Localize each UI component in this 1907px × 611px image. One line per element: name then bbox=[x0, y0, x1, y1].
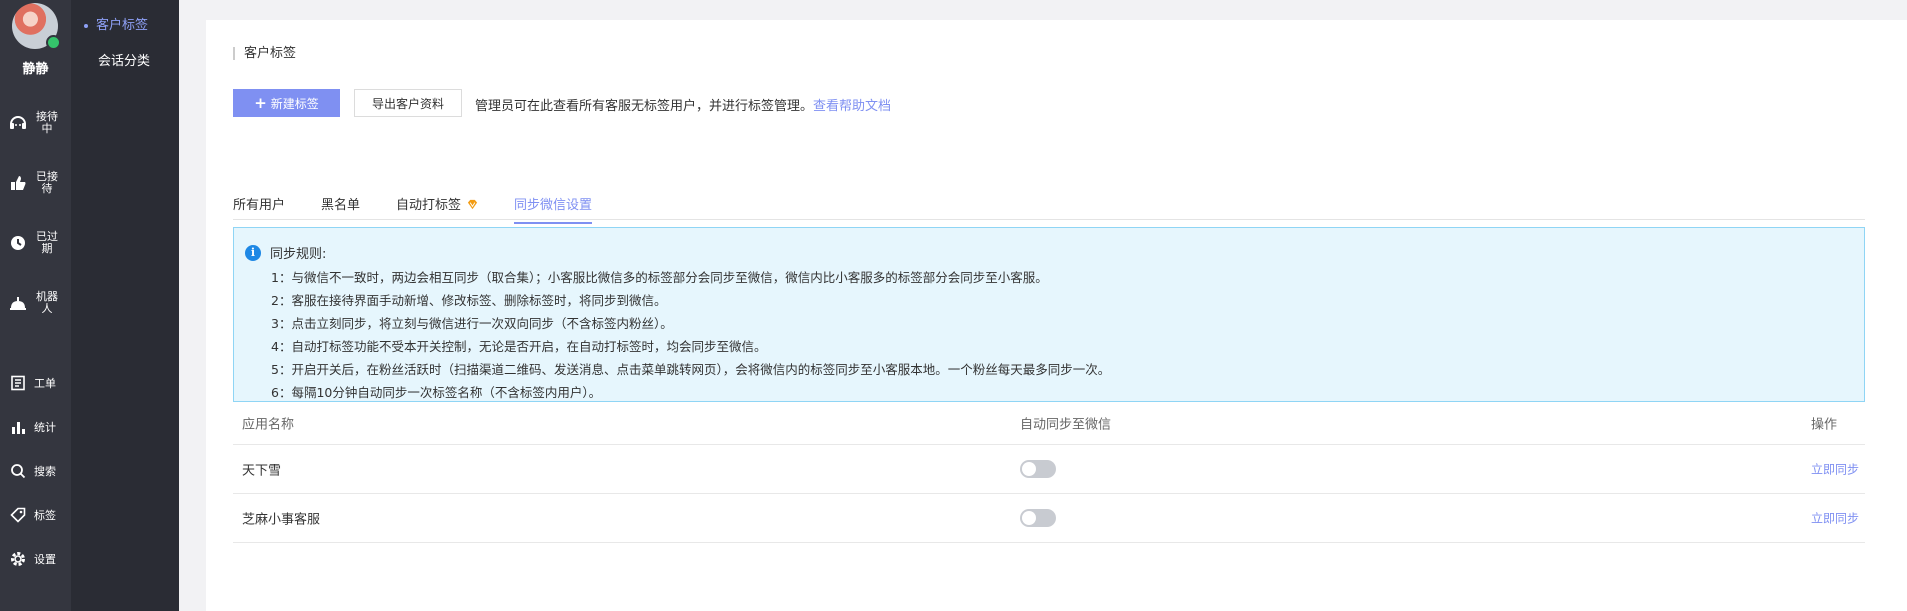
new-tag-button[interactable]: + 新建标签 bbox=[233, 89, 340, 117]
sync-now-link[interactable]: 立即同步 bbox=[1811, 510, 1859, 527]
auto-sync-toggle[interactable] bbox=[1020, 509, 1056, 527]
rail-item-label: 已过期 bbox=[36, 230, 58, 255]
plus-icon: + bbox=[254, 94, 267, 112]
export-customer-button[interactable]: 导出客户资料 bbox=[354, 89, 462, 117]
tip-line: 管理员可在此查看所有客服无标签用户，并进行标签管理。查看帮助文档 bbox=[475, 95, 891, 114]
subnav-item-label: 会话分类 bbox=[98, 54, 151, 69]
notice-line: 3：点击立刻同步，将立刻与微信进行一次双向同步（不含标签内粉丝）。 bbox=[271, 316, 673, 331]
sub-navigation: 客户标签 会话分类 bbox=[71, 0, 179, 611]
rail-item-label: 统计 bbox=[34, 421, 56, 434]
notice-header: i 同步规则: bbox=[245, 243, 326, 262]
auto-sync-toggle[interactable] bbox=[1020, 460, 1056, 478]
notice-line: 2：客服在接待界面手动新增、修改标签、删除标签时，将同步到微信。 bbox=[271, 293, 667, 308]
tab-all-users[interactable]: 所有用户 bbox=[233, 194, 285, 222]
active-dot bbox=[84, 23, 88, 28]
vip-diamond-icon bbox=[467, 199, 478, 210]
rail-item-search[interactable]: 搜索 bbox=[6, 460, 56, 482]
toggle-knob bbox=[1022, 511, 1036, 525]
ticket-icon bbox=[6, 372, 30, 394]
table-header: 应用名称 自动同步至微信 操作 bbox=[233, 401, 1865, 445]
search-icon bbox=[6, 460, 30, 482]
info-icon: i bbox=[245, 244, 261, 261]
rail-item-tags[interactable]: 标签 bbox=[6, 504, 56, 526]
rail-item-label: 机器人 bbox=[36, 290, 58, 315]
tab-blacklist[interactable]: 黑名单 bbox=[321, 194, 360, 222]
subnav-item-label: 客户标签 bbox=[96, 18, 149, 33]
table-row: 天下雪 立即同步 bbox=[233, 445, 1865, 494]
subnav-item-session-category[interactable]: 会话分类 bbox=[98, 50, 150, 69]
rail-item-label: 接待中 bbox=[36, 110, 58, 135]
tab-label: 所有用户 bbox=[233, 198, 286, 213]
tab-bar: 所有用户 黑名单 自动打标签 同步微信设置 bbox=[233, 183, 1865, 224]
rail-item-ticket[interactable]: 工单 bbox=[6, 372, 56, 394]
column-header-app-name: 应用名称 bbox=[242, 417, 295, 432]
rail-item-received[interactable]: 已接待 bbox=[6, 171, 60, 195]
tab-label: 同步微信设置 bbox=[514, 198, 593, 213]
column-header-action: 操作 bbox=[1811, 417, 1838, 432]
online-status-dot bbox=[46, 35, 61, 50]
tab-wechat-sync[interactable]: 同步微信设置 bbox=[514, 194, 593, 224]
app-name: 天下雪 bbox=[242, 463, 282, 479]
headset-icon bbox=[6, 112, 30, 134]
tab-label: 自动打标签 bbox=[396, 198, 462, 213]
rail-item-robot[interactable]: 机器人 bbox=[6, 291, 60, 315]
app-name: 芝麻小事客服 bbox=[242, 512, 321, 528]
rail-item-stats[interactable]: 统计 bbox=[6, 416, 56, 438]
help-doc-link[interactable]: 查看帮助文档 bbox=[813, 99, 891, 114]
column-header-auto-sync: 自动同步至微信 bbox=[1020, 417, 1112, 432]
rail-item-expired[interactable]: 已过期 bbox=[6, 231, 60, 255]
sync-rules-notice: i 同步规则: 1：与微信不一致时，两边会相互同步（取合集）；小客服比微信多的标… bbox=[233, 227, 1865, 402]
notice-line: 4：自动打标签功能不受本开关控制，无论是否开启，在自动打标签时，均会同步至微信。 bbox=[271, 339, 767, 354]
new-tag-label: 新建标签 bbox=[270, 96, 319, 111]
sync-now-link[interactable]: 立即同步 bbox=[1811, 461, 1859, 478]
sync-apps-table: 应用名称 自动同步至微信 操作 天下雪 立即同步 芝麻小事客服 立即同步 bbox=[233, 401, 1865, 543]
expired-clock-icon bbox=[6, 232, 30, 254]
rail-item-label: 设置 bbox=[34, 553, 56, 566]
notice-line: 1：与微信不一致时，两边会相互同步（取合集）；小客服比微信多的标签部分会同步至微… bbox=[271, 270, 1048, 285]
rail-item-label: 已接待 bbox=[36, 170, 58, 195]
tab-label: 黑名单 bbox=[321, 198, 361, 213]
notice-line: 6：每隔10分钟自动同步一次标签名称（不含标签内用户）。 bbox=[271, 385, 602, 400]
rail-item-label: 工单 bbox=[34, 377, 56, 390]
rail-item-settings[interactable]: 设置 bbox=[6, 548, 56, 570]
rail-item-label: 标签 bbox=[34, 509, 56, 522]
rail-item-receiving[interactable]: 接待中 bbox=[6, 111, 60, 135]
rail-item-label: 搜索 bbox=[34, 465, 56, 478]
page-title: 客户标签 bbox=[233, 47, 296, 60]
toggle-knob bbox=[1022, 462, 1036, 476]
tab-auto-tagging[interactable]: 自动打标签 bbox=[396, 194, 478, 222]
table-row: 芝麻小事客服 立即同步 bbox=[233, 494, 1865, 543]
tip-text: 管理员可在此查看所有客服无标签用户，并进行标签管理。 bbox=[475, 99, 814, 114]
thumbs-up-icon bbox=[6, 172, 30, 194]
robot-icon bbox=[6, 292, 30, 314]
tag-icon bbox=[6, 504, 30, 526]
left-rail: 静静 接待中 已接待 已过期 机器人 工单 统计 搜索 标签 设置 bbox=[0, 0, 71, 611]
user-name: 静静 bbox=[22, 62, 49, 77]
gear-icon bbox=[6, 548, 30, 570]
subnav-item-customer-tags[interactable]: 客户标签 bbox=[84, 14, 148, 33]
notice-line: 5：开启开关后，在粉丝活跃时（扫描渠道二维码、发送消息、点击菜单跳转网页），会将… bbox=[271, 362, 1111, 377]
bar-chart-icon bbox=[6, 416, 30, 438]
notice-title: 同步规则: bbox=[270, 247, 327, 262]
main-panel: 客户标签 + 新建标签 导出客户资料 管理员可在此查看所有客服无标签用户，并进行… bbox=[206, 20, 1907, 611]
